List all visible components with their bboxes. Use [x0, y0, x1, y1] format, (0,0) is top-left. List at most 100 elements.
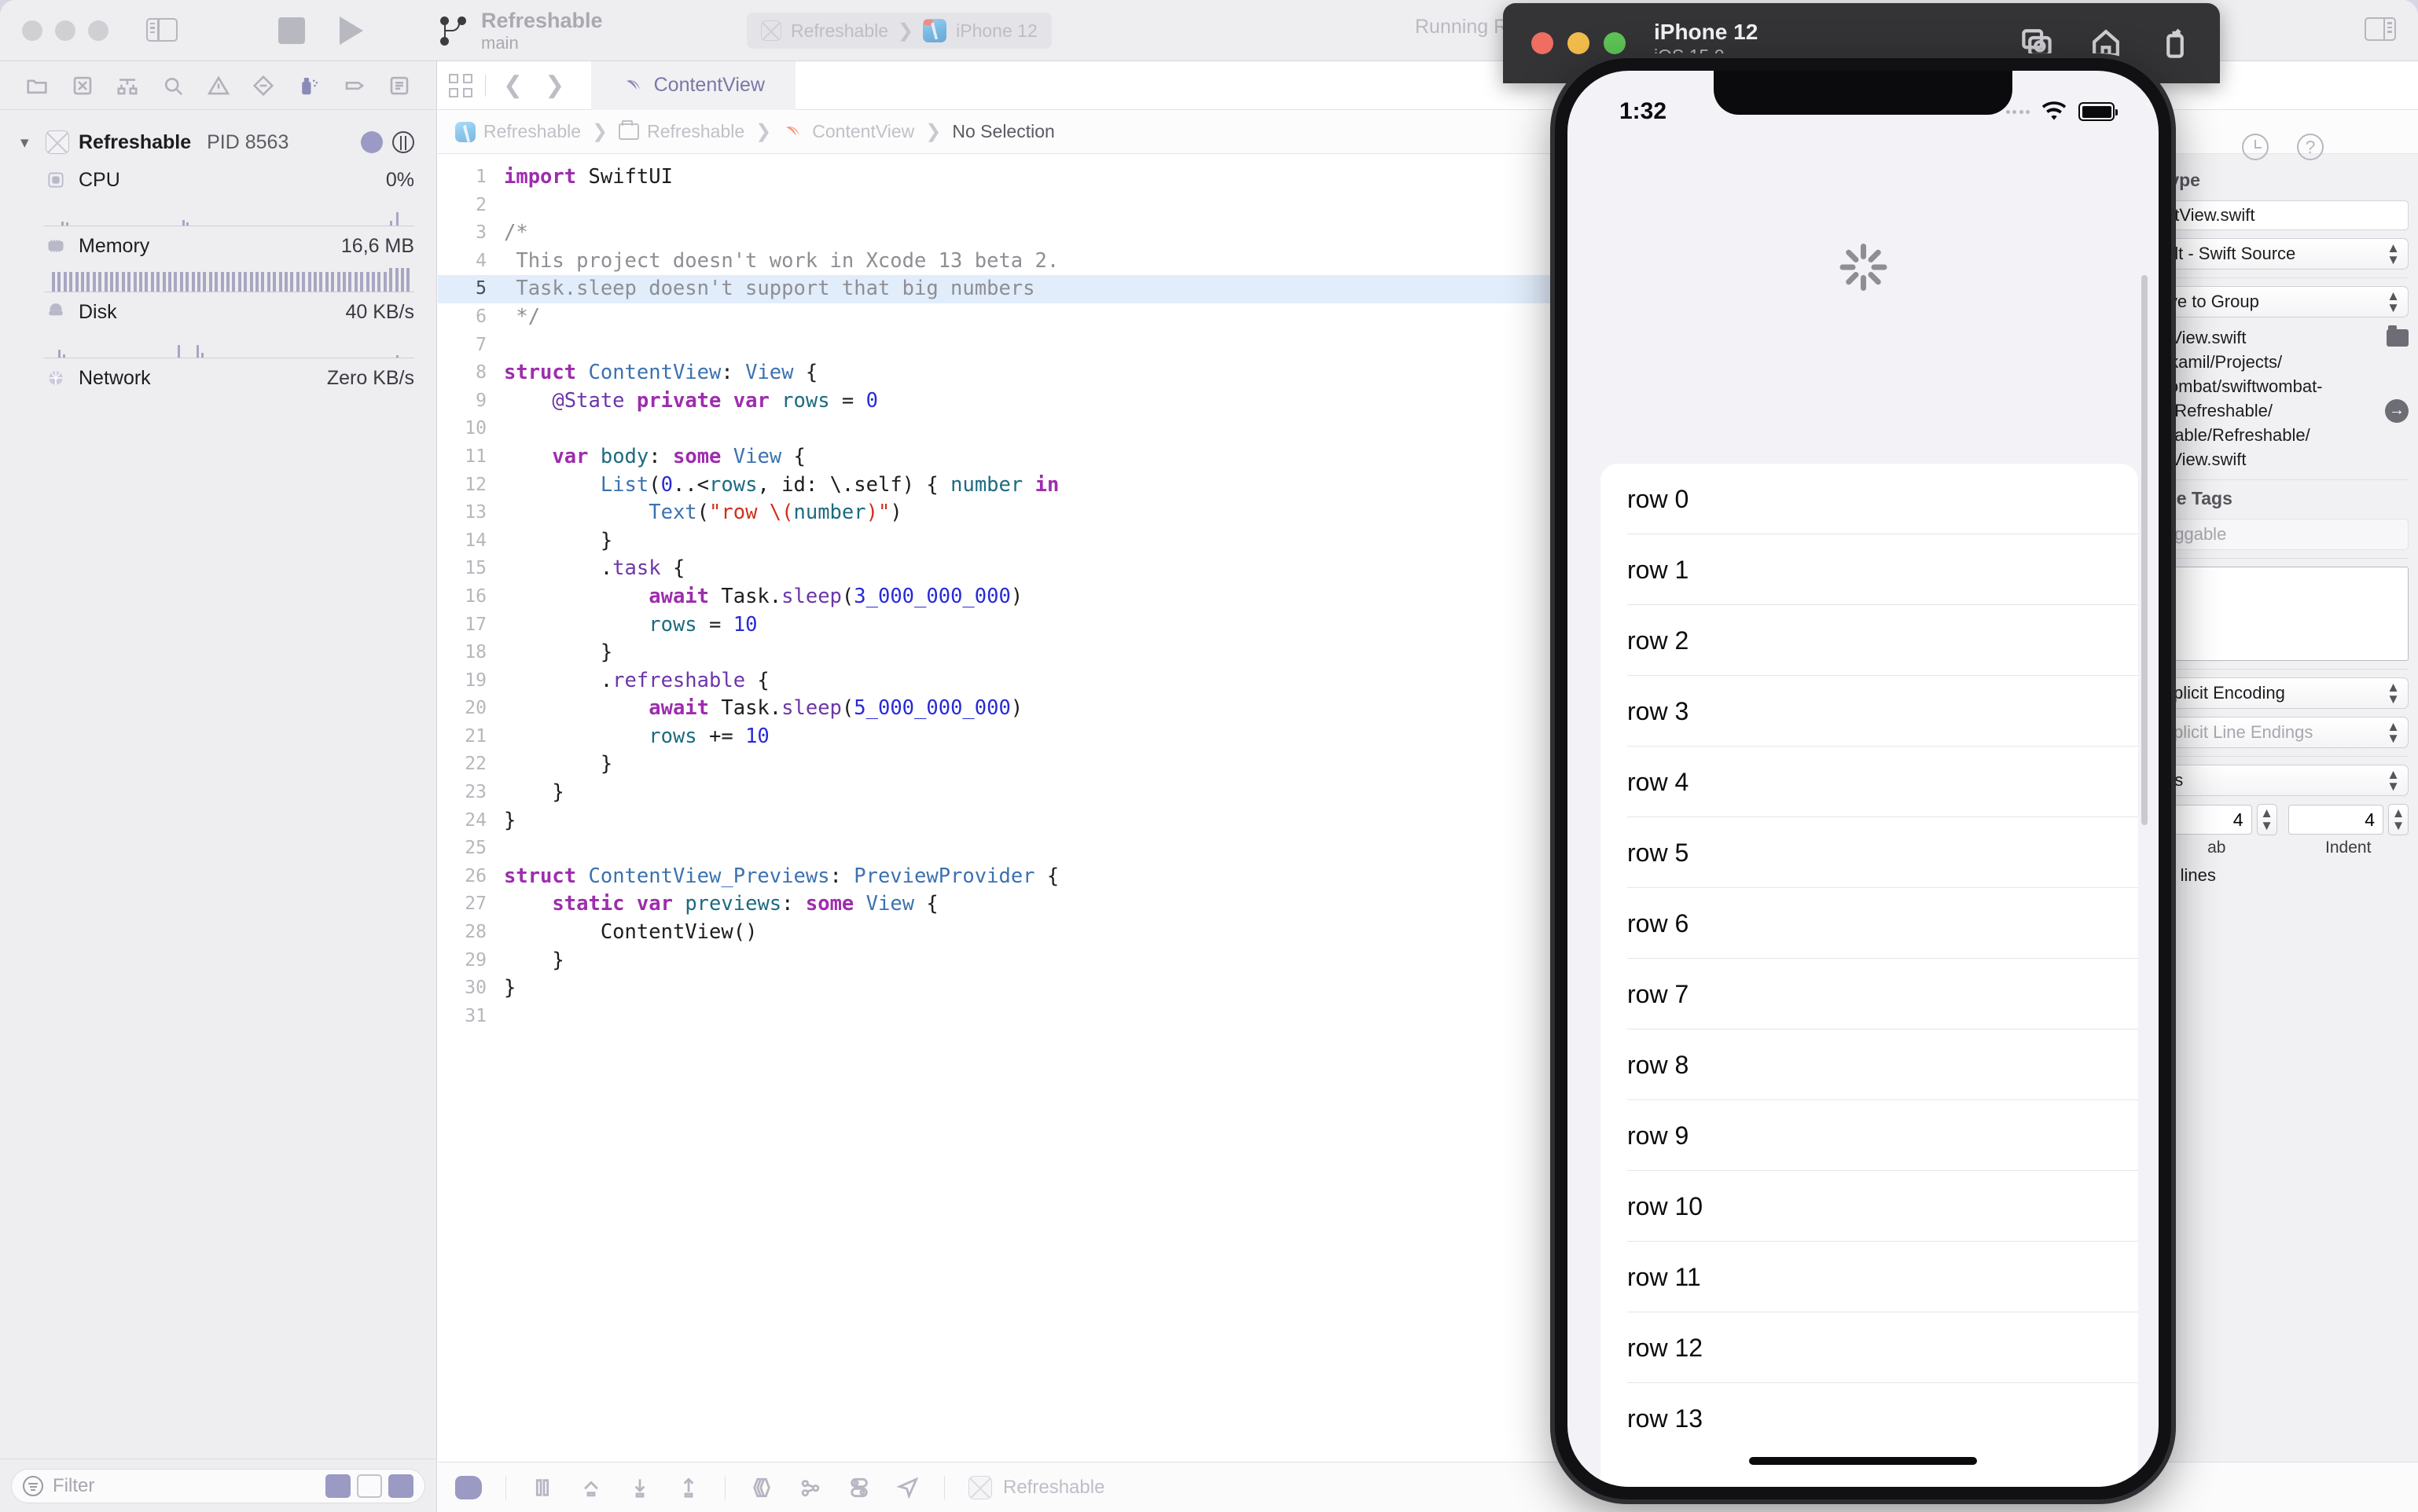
rotate-device-icon[interactable] [2159, 27, 2192, 60]
gauge-cpu[interactable]: CPU 0% [0, 160, 436, 226]
navigate-forward-button[interactable]: ❯ [540, 72, 569, 99]
help-icon[interactable]: ? [2297, 134, 2324, 160]
sparkline-bar [302, 272, 306, 292]
scheme-destination-selector[interactable]: Refreshable ❯ iPhone 12 [747, 13, 1052, 49]
screenshot-camera-icon[interactable] [2020, 27, 2053, 60]
toggle-inspector-button[interactable] [2365, 17, 2396, 41]
gauge-cpu-value: 0% [385, 168, 414, 191]
tab-width-stepper[interactable]: ▲ ▼ [2256, 804, 2277, 836]
list-item[interactable]: row 2 [1600, 605, 2138, 676]
simulator-screen[interactable]: 1:32 row 0 row 1 row 2 row 3 row 4 row 5 row 6… [1567, 71, 2159, 1487]
tab-project-navigator[interactable] [14, 61, 60, 110]
view-hierarchy-icon[interactable] [749, 1475, 774, 1500]
breadcrumb-item-project[interactable]: Refreshable [455, 121, 581, 142]
memory-graph-icon[interactable] [798, 1475, 823, 1500]
threads-icon[interactable] [392, 131, 414, 153]
list-scrollbar[interactable] [2141, 275, 2148, 825]
debug-process-selector[interactable]: Refreshable [968, 1475, 1104, 1499]
simulator-zoom-button[interactable] [1604, 32, 1626, 54]
filter-view-compact-button[interactable] [325, 1473, 351, 1498]
window-traffic-lights[interactable] [0, 20, 108, 41]
list-item[interactable]: row 5 [1600, 817, 2138, 888]
breadcrumb-item-selection[interactable]: No Selection [952, 121, 1054, 142]
indent-width-input[interactable]: 4 [2288, 805, 2383, 835]
list-item[interactable]: row 1 [1600, 534, 2138, 605]
breadcrumb-item-group[interactable]: Refreshable [619, 120, 744, 142]
tab-breakpoint-navigator[interactable] [332, 61, 377, 110]
filter-input[interactable]: Filter [11, 1468, 425, 1503]
gauge-icon[interactable] [361, 131, 383, 153]
simulator-minimize-button[interactable] [1567, 32, 1589, 54]
step-into-icon[interactable] [627, 1475, 652, 1500]
list-item[interactable]: row 6 [1600, 888, 2138, 959]
gauge-disk[interactable]: Disk 40 KB/s [0, 292, 436, 358]
list-item[interactable]: row 12 [1600, 1312, 2138, 1383]
tab-report-navigator[interactable] [377, 61, 422, 110]
list-item[interactable]: row 3 [1600, 676, 2138, 747]
list-item[interactable]: row 9 [1600, 1100, 2138, 1171]
run-controls[interactable] [278, 16, 363, 45]
line-number: 24 [465, 809, 487, 831]
editor-options-icon[interactable] [449, 73, 472, 97]
line-text: } [504, 948, 564, 972]
indent-width-stepper[interactable]: ▲ ▼ [2388, 804, 2409, 836]
sparkline-bar [395, 268, 399, 292]
filter-view-charts-button[interactable] [357, 1473, 382, 1498]
sparkline-bar [208, 272, 212, 292]
history-clock-icon[interactable] [2242, 134, 2269, 160]
pause-icon[interactable] [530, 1475, 555, 1500]
tab-symbol-navigator[interactable] [105, 61, 150, 110]
sparkline-bar [348, 272, 352, 292]
zoom-button[interactable] [88, 20, 108, 41]
step-over-icon[interactable] [579, 1475, 604, 1500]
gauge-network[interactable]: Network Zero KB/s [0, 358, 436, 396]
toggle-navigator-button[interactable] [146, 17, 178, 43]
destination-name: iPhone 12 [956, 20, 1038, 41]
tab-issue-navigator[interactable] [196, 61, 241, 110]
reveal-in-finder-button[interactable]: → [2385, 398, 2409, 423]
diamond-minus-icon [253, 75, 274, 96]
gauge-memory[interactable]: Memory 16,6 MB [0, 226, 436, 292]
sparkline-bar [63, 272, 67, 292]
line-text [504, 332, 516, 360]
line-number: 22 [465, 754, 487, 775]
row-list[interactable]: row 0 row 1 row 2 row 3 row 4 row 5 row 6 row 7… [1600, 464, 2138, 1487]
navigator-tab-bar[interactable] [0, 61, 436, 110]
project-title-area[interactable]: Refreshable main [440, 0, 603, 61]
run-button[interactable] [340, 16, 363, 45]
process-row[interactable]: ▾ Refreshable PID 8563 [0, 124, 436, 160]
home-indicator [1749, 1457, 1977, 1465]
minimize-button[interactable] [55, 20, 75, 41]
chevron-down-icon[interactable]: ▾ [20, 133, 36, 152]
tab-test-navigator[interactable] [241, 61, 286, 110]
stop-button[interactable] [278, 17, 305, 44]
toggle-debug-area-button[interactable] [455, 1475, 482, 1499]
spinner-blade [1860, 275, 1866, 291]
tab-debug-navigator[interactable] [286, 61, 332, 110]
breadcrumb-item-file[interactable]: ContentView [782, 121, 914, 142]
list-item[interactable]: row 11 [1600, 1242, 2138, 1312]
filter-view-grid-button[interactable] [388, 1473, 413, 1498]
list-item[interactable]: row 4 [1600, 747, 2138, 817]
list-item[interactable]: row 10 [1600, 1171, 2138, 1242]
editor-file-tab[interactable]: ContentView [591, 61, 796, 110]
folder-icon [27, 79, 47, 94]
list-item[interactable]: row 8 [1600, 1029, 2138, 1100]
step-out-icon[interactable] [676, 1475, 701, 1500]
environment-overrides-icon[interactable] [847, 1475, 872, 1500]
close-button[interactable] [22, 20, 42, 41]
sparkline-bar [121, 272, 125, 292]
simulator-traffic-lights[interactable] [1531, 32, 1626, 54]
tab-source-control-navigator[interactable] [60, 61, 105, 110]
tab-find-navigator[interactable] [150, 61, 196, 110]
sparkline-bar [179, 272, 183, 292]
list-item[interactable]: row 13 [1600, 1383, 2138, 1454]
list-item[interactable]: row 7 [1600, 959, 2138, 1029]
choose-file-button[interactable] [2387, 325, 2409, 347]
navigate-back-button[interactable]: ❮ [498, 72, 527, 99]
location-simulate-icon[interactable] [895, 1475, 921, 1500]
list-item[interactable]: row 0 [1600, 464, 2138, 534]
home-icon[interactable] [2089, 27, 2122, 60]
wifi-icon [2041, 101, 2067, 120]
simulator-close-button[interactable] [1531, 32, 1553, 54]
